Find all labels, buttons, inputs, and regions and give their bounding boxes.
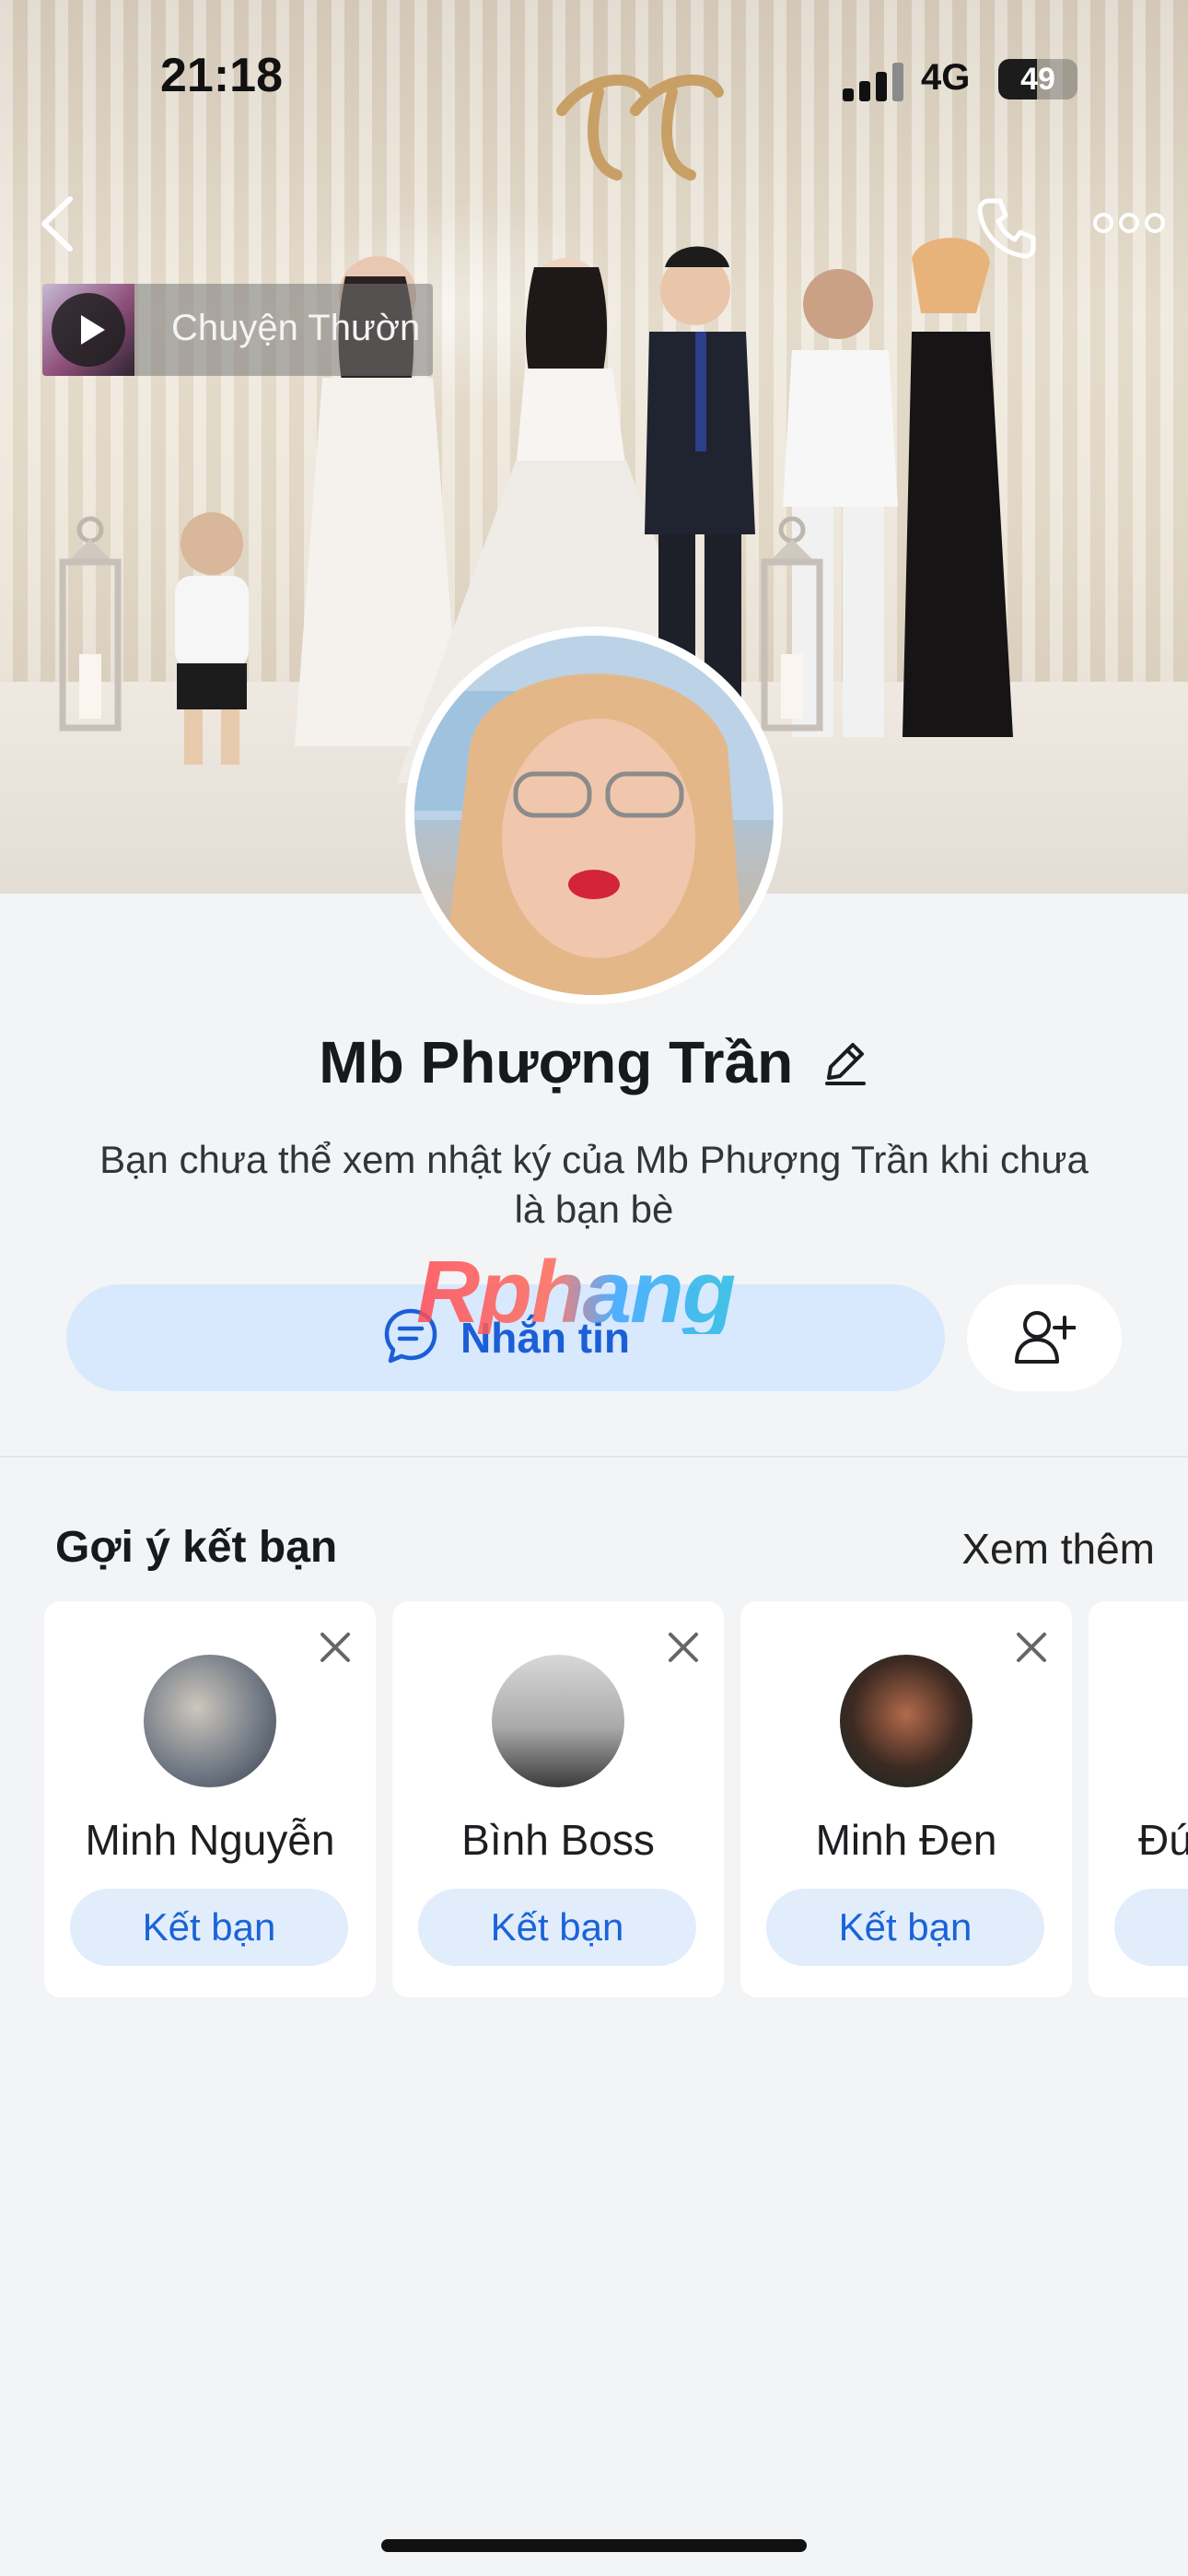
suggestions-title: Gợi ý kết bạn — [55, 1523, 338, 1572]
add-friend-suggestion-button[interactable]: Kết bạn — [418, 1889, 696, 1966]
profile-privacy-note: Bạn chưa thể xem nhật ký của Mb Phượng T… — [99, 1138, 1089, 1231]
chat-bubble-icon — [384, 1308, 437, 1364]
back-icon[interactable] — [35, 192, 81, 256]
close-icon[interactable] — [665, 1629, 702, 1666]
home-indicator — [381, 2539, 807, 2552]
music-title: Chuyện Thườn — [171, 308, 421, 348]
phone-icon[interactable] — [974, 195, 1039, 260]
network-type: 4G — [921, 57, 971, 98]
suggestion-card[interactable]: Minh Đen Kết bạn — [740, 1601, 1072, 1997]
add-friend-suggestion-button[interactable]: Kết bạn — [766, 1889, 1044, 1966]
suggestion-name: Minh Đen — [815, 1816, 997, 1864]
battery-level: 49 — [1020, 62, 1055, 97]
avatar-photo — [414, 636, 774, 995]
suggestion-card[interactable]: Minh Nguyễn Kết bạn — [44, 1601, 376, 1997]
play-icon[interactable] — [52, 293, 125, 367]
profile-avatar[interactable] — [405, 626, 783, 1004]
signal-icon — [843, 63, 903, 101]
suggestion-avatar — [840, 1655, 973, 1787]
battery-icon: 49 — [998, 59, 1077, 100]
suggestion-avatar — [492, 1655, 624, 1787]
message-button[interactable]: Nhắn tin — [66, 1284, 945, 1391]
section-divider — [0, 1456, 1188, 1458]
close-icon[interactable] — [317, 1629, 354, 1666]
profile-music-chip[interactable]: Chuyện Thườn — [42, 284, 433, 376]
suggestion-card[interactable]: Đú Kết bạn — [1089, 1601, 1188, 1997]
add-user-icon — [1015, 1311, 1076, 1364]
profile-name-row: Mb Phượng Trần — [0, 1028, 1188, 1102]
cover-monogram — [556, 74, 724, 181]
add-friend-suggestion-button[interactable]: Kết bạn — [70, 1889, 348, 1966]
suggestion-name: Đú — [1138, 1816, 1188, 1864]
more-horizontal-icon[interactable] — [1092, 205, 1166, 241]
profile-page: 21:18 4G 49 Chuyện Thườn Mb Phượng Trần … — [0, 0, 1188, 2576]
suggestion-avatar — [144, 1655, 276, 1787]
suggestion-name: Bình Boss — [461, 1816, 655, 1864]
add-friend-button[interactable] — [967, 1284, 1122, 1391]
cover-lantern — [59, 516, 122, 732]
profile-name: Mb Phượng Trần — [319, 1029, 794, 1095]
suggestion-card[interactable]: Bình Boss Kết bạn — [392, 1601, 724, 1997]
add-friend-suggestion-button[interactable]: Kết bạn — [1114, 1889, 1188, 1966]
message-button-label: Nhắn tin — [460, 1314, 630, 1362]
pencil-icon[interactable] — [820, 1037, 869, 1087]
suggestion-name: Minh Nguyễn — [85, 1816, 335, 1864]
status-time: 21:18 — [160, 49, 283, 102]
close-icon[interactable] — [1013, 1629, 1050, 1666]
see-more-link[interactable]: Xem thêm — [961, 1524, 1155, 1574]
cover-lantern — [761, 516, 823, 732]
